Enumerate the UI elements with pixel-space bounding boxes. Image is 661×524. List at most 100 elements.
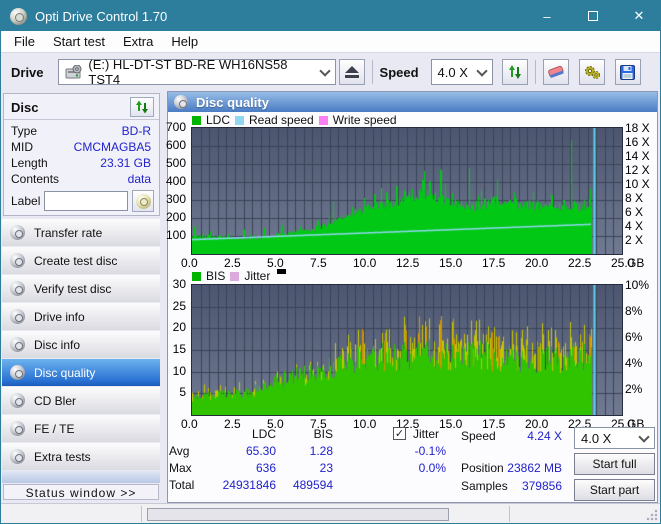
sidebar-item-label: Transfer rate: [34, 225, 103, 240]
eraser-icon: [547, 65, 564, 78]
gears-icon: [584, 66, 600, 79]
sidebar-item-label: Drive info: [34, 309, 85, 324]
refresh-button[interactable]: [501, 59, 528, 85]
sidebar-item-drive-info[interactable]: Drive info: [2, 303, 160, 330]
drive-icon: [65, 65, 82, 79]
disc-icon: [10, 225, 25, 240]
resize-grip[interactable]: [646, 509, 658, 521]
jitter-checkbox[interactable]: ✓: [393, 427, 406, 440]
progress-bar: [147, 508, 449, 521]
disc-icon: [10, 365, 25, 380]
page-title: Disc quality: [196, 94, 269, 110]
legend-label: BIS: [206, 269, 226, 283]
statusbar-separator: [509, 506, 510, 522]
chart1-yaxis-right-tick: 6 X: [625, 205, 644, 219]
settings-button[interactable]: [578, 59, 605, 85]
speed-select[interactable]: 4.0 X: [430, 59, 493, 85]
stats-right-value: 23862 MB: [507, 461, 562, 475]
app-window: Opti Drive Control 1.70 – ✕ File Start te…: [0, 0, 661, 524]
sidebar-item-cd-bler[interactable]: CD Bler: [2, 387, 160, 414]
chart1-yaxis-left-tick: 400: [165, 174, 186, 188]
stats-bis-value: 489594: [292, 478, 333, 492]
stats-right-label: Speed: [461, 429, 496, 443]
chart1-xaxis-tick: 2.5: [224, 256, 241, 270]
chart2-yaxis-right-tick: 4%: [625, 356, 643, 370]
chart1-xaxis-unit: GB: [627, 256, 645, 270]
speed-select-value: 4.0 X: [437, 64, 468, 80]
app-disc-icon: [10, 7, 27, 25]
main-panel-header: Disc quality: [168, 92, 657, 112]
chart1-yaxis-right-tick: 18 X: [625, 121, 650, 135]
bis-jitter-chart[interactable]: [191, 284, 623, 416]
chart2-yaxis-left-tick: 10: [172, 363, 186, 378]
refresh-icon: [136, 100, 148, 114]
drive-select[interactable]: (E:) HL-DT-ST BD-RE WH16NS58 TST4: [57, 57, 336, 87]
status-bar: Test completed 100.0% 31:18: [1, 503, 660, 523]
disc-icon: [10, 253, 25, 268]
start-full-button[interactable]: Start full: [574, 453, 655, 475]
label-input[interactable]: [44, 191, 129, 211]
start-part-button[interactable]: Start part: [574, 479, 655, 501]
chart2-yaxis-left-tick: 15: [172, 342, 186, 356]
jitter-checkbox-label: Jitter: [413, 427, 440, 441]
save-button[interactable]: [614, 59, 641, 85]
menu-item-help[interactable]: Help: [162, 31, 207, 52]
sidebar-item-label: Disc info: [34, 337, 81, 352]
sidebar-item-label: Verify test disc: [34, 281, 112, 296]
chevron-down-icon: [638, 430, 650, 443]
ldc-chart[interactable]: [191, 127, 623, 255]
window-title: Opti Drive Control 1.70: [35, 8, 168, 24]
legend-label: LDC: [206, 113, 231, 127]
chart1-xaxis-tick: 12.5: [396, 256, 420, 270]
disc-panel: Disc Type BD-R MID CMCMAGBA5 Length 23.31 GB C…: [3, 93, 160, 216]
sidebar-item-fe-te[interactable]: FE / TE: [2, 415, 160, 442]
chart2-xaxis-tick: 15.0: [439, 417, 463, 431]
chart1-xaxis-tick: 7.5: [310, 256, 327, 270]
disc-row-contents: Contents data: [4, 171, 159, 187]
stats-row-label: Avg: [169, 444, 190, 458]
drive-select-value: (E:) HL-DT-ST BD-RE WH16NS58 TST4: [88, 57, 288, 87]
stats-row-label: Max: [169, 461, 192, 475]
title-bar[interactable]: Opti Drive Control 1.70 – ✕: [1, 1, 660, 31]
test-speed-select[interactable]: 4.0 X: [574, 427, 655, 449]
menu-item-start-test[interactable]: Start test: [44, 31, 114, 52]
erase-disc-button[interactable]: [542, 59, 569, 85]
disc-label-button[interactable]: [132, 190, 154, 212]
menu-item-file[interactable]: File: [5, 31, 44, 52]
maximize-button[interactable]: [570, 1, 616, 31]
status-window-button[interactable]: Status window >>: [3, 484, 159, 500]
stats-right-value: 4.24 X: [527, 429, 562, 443]
eject-icon: [344, 66, 359, 78]
sidebar: Transfer rate Create test disc Verify test…: [2, 219, 160, 471]
sidebar-item-verify-test-disc[interactable]: Verify test disc: [2, 275, 160, 302]
disc-row-value[interactable]: data: [128, 172, 151, 186]
chart1-xaxis-tick: 10.0: [353, 256, 377, 270]
chart2-yaxis-right-tick: 8%: [625, 304, 643, 318]
menu-item-extra[interactable]: Extra: [114, 31, 162, 52]
disc-row-label: Length: [11, 156, 48, 170]
disc-icon: [10, 281, 25, 296]
chart1-yaxis-right-tick: 10 X: [625, 177, 650, 191]
sidebar-item-disc-quality[interactable]: Disc quality: [2, 359, 160, 386]
sidebar-item-extra-tests[interactable]: Extra tests: [2, 443, 160, 470]
sidebar-item-create-test-disc[interactable]: Create test disc: [2, 247, 160, 274]
maximize-icon: [588, 11, 598, 21]
close-button[interactable]: ✕: [616, 1, 660, 31]
sidebar-item-transfer-rate[interactable]: Transfer rate: [2, 219, 160, 246]
disc-icon: [10, 449, 25, 464]
sidebar-item-disc-info[interactable]: Disc info: [2, 331, 160, 358]
disc-icon: [10, 309, 25, 324]
chart2-xaxis-tick: 10.0: [353, 417, 377, 431]
chart1-xaxis-tick: 17.5: [482, 256, 506, 270]
chart1-yaxis-right-tick: 16 X: [625, 135, 650, 149]
chart1-yaxis-right-tick: 2 X: [625, 233, 644, 247]
disc-row-value: BD-R: [121, 124, 151, 138]
minimize-button[interactable]: –: [524, 1, 570, 31]
speed-label: Speed: [379, 64, 419, 80]
disc-refresh-button[interactable]: [130, 97, 154, 117]
chart2-yaxis-left-tick: 25: [172, 298, 186, 313]
stats-bis-value: 23: [319, 461, 333, 475]
eject-button[interactable]: [338, 59, 365, 85]
chart1-yaxis-left-tick: 100: [165, 228, 186, 242]
legend-label: Read speed: [249, 113, 314, 127]
